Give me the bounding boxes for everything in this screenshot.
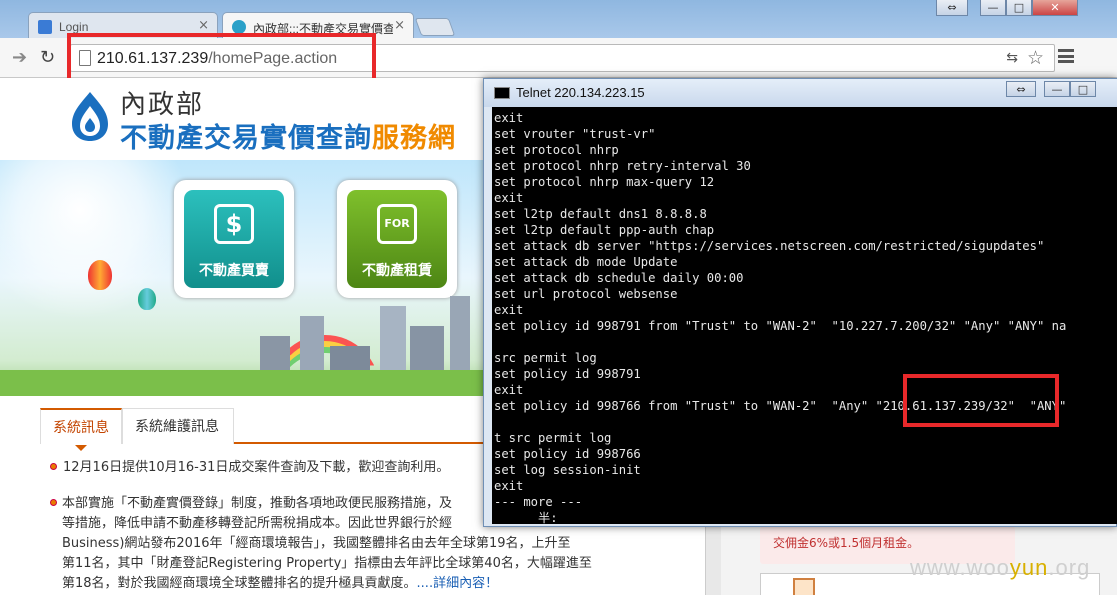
site-favicon-icon bbox=[38, 20, 52, 34]
minimize-icon[interactable]: — bbox=[980, 0, 1006, 16]
tile-label: 不動產租賃 bbox=[362, 263, 432, 279]
balloon-icon bbox=[88, 260, 112, 290]
terminal-line: set protocol nhrp bbox=[494, 143, 619, 157]
site-favicon-icon bbox=[232, 20, 246, 34]
bookmark-star-icon[interactable]: ☆ bbox=[1027, 47, 1044, 69]
news-line: 本部實施「不動產實價登錄」制度，推動各項地政便民服務措施，及 bbox=[62, 496, 453, 511]
watermark-part: .org bbox=[1048, 555, 1091, 580]
telnet-window: Telnet 220.134.223.15 ⇔ — □ exit set vrou… bbox=[483, 78, 1117, 527]
terminal-line: set protocol nhrp retry-interval 30 bbox=[494, 159, 751, 173]
terminal-line: 半: bbox=[494, 511, 558, 524]
terminal-line: set l2tp default ppp-auth chap bbox=[494, 223, 715, 237]
telnet-window-controls: ⇔ — □ bbox=[1006, 81, 1096, 99]
terminal-line: set url protocol websense bbox=[494, 287, 678, 301]
news-item-text: 12月16日提供10月16-31日成交案件查詢及下載，歡迎查詢利用。 bbox=[63, 460, 450, 475]
close-window-icon[interactable]: ✕ bbox=[1032, 0, 1078, 16]
terminal-line: src permit log bbox=[494, 351, 597, 365]
terminal-line: exit bbox=[494, 303, 524, 317]
terminal-line: --- more --- bbox=[494, 495, 583, 509]
watermark-part: www.woo bbox=[910, 555, 1010, 580]
tab-system-messages[interactable]: 系統訊息 bbox=[40, 408, 122, 451]
terminal-line: exit bbox=[494, 479, 524, 493]
terminal-line: set attack db server "https://services.n… bbox=[494, 239, 1045, 253]
menu-icon[interactable] bbox=[1058, 49, 1074, 63]
sun-glow bbox=[0, 160, 190, 320]
terminal-line: exit bbox=[494, 111, 524, 125]
ip-highlight-box bbox=[903, 374, 1059, 427]
terminal-line: set protocol nhrp max-query 12 bbox=[494, 175, 715, 189]
ministry-logo-icon bbox=[72, 92, 108, 141]
new-tab-button[interactable] bbox=[414, 18, 456, 36]
tab-title: Login bbox=[59, 20, 89, 34]
close-tab-icon[interactable]: × bbox=[198, 18, 209, 33]
document-icon bbox=[793, 578, 815, 595]
site-title: 不動產交易實價查詢服務網 bbox=[120, 116, 456, 155]
terminal-line: set log session-init bbox=[494, 463, 641, 477]
news-line: 第18名，對於我國經商環境全球整體排名的提升極具貢獻度。....詳細內容！ bbox=[62, 574, 498, 594]
telnet-title: Telnet 220.134.223.15 bbox=[516, 85, 645, 100]
house-dollar-icon: $ bbox=[214, 204, 254, 244]
terminal-line: set l2tp default dns1 8.8.8.8 bbox=[494, 207, 707, 221]
watermark: www.wooyun.org bbox=[910, 555, 1090, 581]
terminal-line: exit bbox=[494, 191, 524, 205]
balloon-icon bbox=[138, 288, 156, 310]
terminal-line: set policy id 998791 bbox=[494, 367, 641, 381]
tile-label: 不動產買賣 bbox=[199, 263, 269, 279]
restore-switch-icon[interactable]: ⇔ bbox=[936, 0, 968, 16]
terminal-line: set attack db schedule daily 00:00 bbox=[494, 271, 744, 285]
rent-info-text: 交佣金6%或1.5個月租金。 bbox=[773, 536, 920, 550]
terminal-line: exit bbox=[494, 383, 524, 397]
terminal-line: t src permit log bbox=[494, 431, 612, 445]
more-details-link[interactable]: ....詳細內容！ bbox=[417, 576, 499, 591]
tab-maintenance-messages[interactable]: 系統維護訊息 bbox=[122, 408, 234, 444]
news-item: 12月16日提供10月16-31日成交案件查詢及下載，歡迎查詢利用。 bbox=[50, 458, 449, 478]
terminal-line: set policy id 998766 bbox=[494, 447, 641, 461]
telnet-titlebar[interactable]: Telnet 220.134.223.15 ⇔ — □ bbox=[484, 79, 1117, 107]
tile-real-estate-sale[interactable]: $ 不動產買賣 bbox=[174, 180, 294, 298]
bullet-icon bbox=[50, 499, 57, 506]
terminal-line: set attack db mode Update bbox=[494, 255, 678, 269]
tile-real-estate-rent[interactable]: FOR 不動產租賃 bbox=[337, 180, 457, 298]
terminal-screen[interactable]: exit set vrouter "trust-vr" set protocol n… bbox=[492, 107, 1117, 524]
restore-switch-icon[interactable]: ⇔ bbox=[1006, 81, 1036, 97]
site-title-main: 不動產交易實價查詢 bbox=[120, 123, 372, 154]
tile-face: $ 不動產買賣 bbox=[184, 190, 284, 288]
terminal-line: set vrouter "trust-vr" bbox=[494, 127, 656, 141]
news-line-text: 第18名，對於我國經商環境全球整體排名的提升極具貢獻度。 bbox=[62, 576, 417, 591]
site-title-suffix: 服務網 bbox=[372, 123, 456, 154]
minimize-icon[interactable]: — bbox=[1044, 81, 1070, 97]
browser-window-controls: ⇔ — □ ✕ bbox=[936, 0, 1078, 18]
close-tab-icon[interactable]: × bbox=[394, 18, 405, 33]
maximize-icon[interactable]: □ bbox=[1006, 0, 1032, 16]
tile-face: FOR 不動產租賃 bbox=[347, 190, 447, 288]
terminal-line: set policy id 998791 from "Trust" to "WA… bbox=[494, 319, 1067, 333]
for-rent-icon: FOR bbox=[377, 204, 417, 244]
console-icon bbox=[494, 87, 510, 99]
translate-icon[interactable]: ⇆ bbox=[1006, 50, 1018, 66]
watermark-part: yun bbox=[1009, 555, 1049, 580]
reload-icon[interactable]: ↻ bbox=[40, 47, 55, 68]
forward-arrow-icon[interactable]: ➔ bbox=[12, 47, 27, 68]
news-line: Business)網站發布2016年「經商環境報告」，我國整體排名由去年全球第1… bbox=[62, 536, 571, 551]
news-line: 等措施，降低申請不動產移轉登記所需稅捐成本。因此世界銀行於經 bbox=[62, 516, 453, 531]
bullet-icon bbox=[50, 463, 57, 470]
maximize-icon[interactable]: □ bbox=[1070, 81, 1096, 97]
news-line: 第11名，其中「財產登記Registering Property」指標由去年評比… bbox=[62, 556, 592, 571]
